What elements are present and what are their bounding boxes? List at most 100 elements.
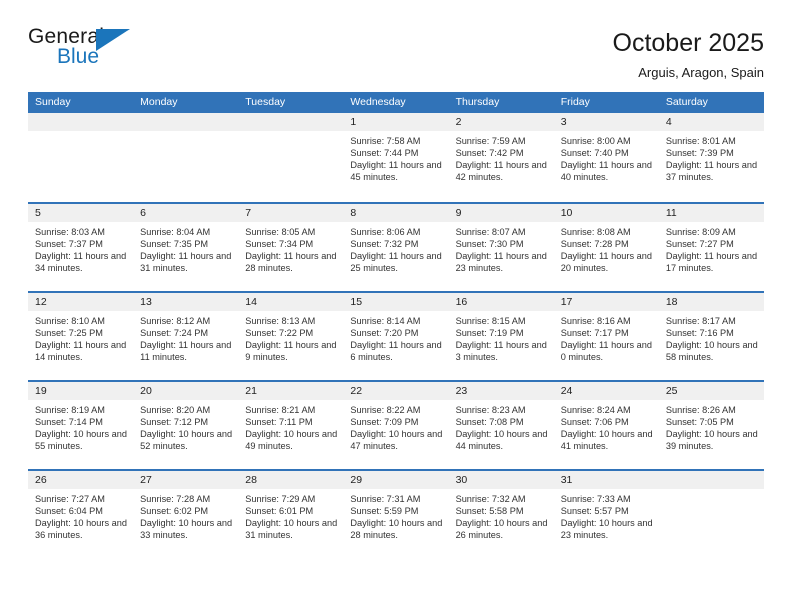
sunset-text: Sunset: 7:16 PM <box>665 328 734 339</box>
day-cell[interactable]: 25 Sunrise: 8:26 AM Sunset: 7:05 PM Dayligh… <box>658 382 764 469</box>
day-cell[interactable]: 29 Sunrise: 7:31 AM Sunset: 5:59 PM Dayligh… <box>343 471 449 558</box>
sunset-text: Sunset: 6:04 PM <box>35 506 103 517</box>
sunset-text: Sunset: 7:40 PM <box>560 148 629 159</box>
calendar-grid: Sunday Monday Tuesday Wednesday Thursday Frid… <box>28 92 764 558</box>
day-details: Sunrise: 7:33 AM Sunset: 5:57 PM Daylight:… <box>554 489 659 541</box>
daylight-text: Daylight: 11 hours and 42 minutes. <box>455 160 547 183</box>
day-cell[interactable]: 8 Sunrise: 8:06 AM Sunset: 7:32 PM Daylight… <box>343 204 449 291</box>
day-cell[interactable]: 23 Sunrise: 8:23 AM Sunset: 7:08 PM Dayligh… <box>448 382 554 469</box>
day-cell[interactable]: 15 Sunrise: 8:14 AM Sunset: 7:20 PM Dayligh… <box>343 293 449 380</box>
day-cell[interactable]: 20 Sunrise: 8:20 AM Sunset: 7:12 PM Dayligh… <box>133 382 239 469</box>
day-cell[interactable]: 13 Sunrise: 8:12 AM Sunset: 7:24 PM Dayligh… <box>133 293 239 380</box>
day-cell[interactable]: 14 Sunrise: 8:13 AM Sunset: 7:22 PM Dayligh… <box>238 293 344 380</box>
day-number: 6 <box>133 204 239 222</box>
day-details: Sunrise: 8:17 AM Sunset: 7:16 PM Daylight:… <box>659 311 764 363</box>
day-cell[interactable]: 18 Sunrise: 8:17 AM Sunset: 7:16 PM Dayligh… <box>658 293 764 380</box>
sunrise-text: Sunrise: 8:24 AM <box>560 405 631 415</box>
day-number: 29 <box>343 471 449 489</box>
day-cell[interactable]: 9 Sunrise: 8:07 AM Sunset: 7:30 PM Daylight… <box>448 204 554 291</box>
daylight-text: Daylight: 11 hours and 25 minutes. <box>350 251 442 274</box>
daylight-text: Daylight: 10 hours and 36 minutes. <box>35 518 127 541</box>
day-cell[interactable]: 12 Sunrise: 8:10 AM Sunset: 7:25 PM Dayligh… <box>28 293 134 380</box>
day-cell[interactable]: 7 Sunrise: 8:05 AM Sunset: 7:34 PM Daylight… <box>238 204 344 291</box>
day-cell[interactable]: 6 Sunrise: 8:04 AM Sunset: 7:35 PM Daylight… <box>133 204 239 291</box>
day-cell[interactable]: 11 Sunrise: 8:09 AM Sunset: 7:27 PM Dayligh… <box>658 204 764 291</box>
day-cell[interactable]: 2 Sunrise: 7:59 AM Sunset: 7:42 PM Daylight… <box>448 113 554 202</box>
day-details: Sunrise: 8:26 AM Sunset: 7:05 PM Daylight:… <box>659 400 764 452</box>
page-header: General Blue October 2025 Arguis, Aragon… <box>28 0 764 92</box>
daylight-text: Daylight: 11 hours and 37 minutes. <box>665 160 758 183</box>
day-number: 24 <box>553 382 659 400</box>
day-cell[interactable]: 30 Sunrise: 7:32 AM Sunset: 5:58 PM Dayligh… <box>448 471 554 558</box>
day-details: Sunrise: 8:20 AM Sunset: 7:12 PM Daylight:… <box>133 400 238 452</box>
day-number: 3 <box>553 113 659 131</box>
sunrise-text: Sunrise: 8:21 AM <box>245 405 316 415</box>
day-number: 28 <box>238 471 344 489</box>
day-cell[interactable]: 19 Sunrise: 8:19 AM Sunset: 7:14 PM Dayligh… <box>28 382 134 469</box>
day-details: Sunrise: 7:27 AM Sunset: 6:04 PM Daylight:… <box>28 489 133 541</box>
daylight-text: Daylight: 10 hours and 39 minutes. <box>665 429 758 452</box>
sunset-text: Sunset: 7:35 PM <box>140 239 209 250</box>
sunrise-text: Sunrise: 7:27 AM <box>35 494 105 504</box>
day-number: 9 <box>448 204 554 222</box>
day-details: Sunrise: 7:58 AM Sunset: 7:44 PM Daylight:… <box>343 131 448 183</box>
daylight-text: Daylight: 10 hours and 26 minutes. <box>455 518 548 541</box>
general-blue-logo: General Blue <box>28 26 158 76</box>
weekday-header-saturday: Saturday <box>665 96 708 108</box>
sunset-text: Sunset: 7:12 PM <box>140 417 209 428</box>
day-number: 5 <box>28 204 134 222</box>
day-details: Sunrise: 8:22 AM Sunset: 7:09 PM Daylight:… <box>343 400 448 452</box>
day-cell[interactable]: 17 Sunrise: 8:16 AM Sunset: 7:17 PM Dayligh… <box>553 293 659 380</box>
day-number: 1 <box>343 113 449 131</box>
daylight-text: Daylight: 10 hours and 55 minutes. <box>35 429 127 452</box>
sunset-text: Sunset: 7:11 PM <box>245 417 313 428</box>
day-cell[interactable]: 10 Sunrise: 8:08 AM Sunset: 7:28 PM Dayligh… <box>553 204 659 291</box>
day-details: Sunrise: 8:00 AM Sunset: 7:40 PM Daylight:… <box>554 131 659 183</box>
sunset-text: Sunset: 6:02 PM <box>140 506 209 517</box>
day-number: 18 <box>658 293 764 311</box>
day-number: 25 <box>658 382 764 400</box>
calendar-page: General Blue October 2025 Arguis, Aragon… <box>0 0 792 612</box>
sunrise-text: Sunrise: 8:12 AM <box>140 316 211 326</box>
daylight-text: Daylight: 10 hours and 31 minutes. <box>245 518 338 541</box>
day-details: Sunrise: 8:24 AM Sunset: 7:06 PM Daylight:… <box>554 400 659 452</box>
day-cell[interactable]: 21 Sunrise: 8:21 AM Sunset: 7:11 PM Dayligh… <box>238 382 344 469</box>
day-cell[interactable]: 3 Sunrise: 8:00 AM Sunset: 7:40 PM Daylight… <box>553 113 659 202</box>
day-cell[interactable]: 5 Sunrise: 8:03 AM Sunset: 7:37 PM Daylight… <box>28 204 134 291</box>
daylight-text: Daylight: 10 hours and 23 minutes. <box>560 518 653 541</box>
sunset-text: Sunset: 7:22 PM <box>245 328 314 339</box>
day-details: Sunrise: 8:03 AM Sunset: 7:37 PM Daylight:… <box>28 222 133 274</box>
sunrise-text: Sunrise: 8:15 AM <box>455 316 526 326</box>
weekday-header-monday: Monday <box>140 96 178 108</box>
day-cell[interactable]: 27 Sunrise: 7:28 AM Sunset: 6:02 PM Dayligh… <box>133 471 239 558</box>
weekday-header-friday: Friday <box>560 96 590 108</box>
day-details: Sunrise: 7:28 AM Sunset: 6:02 PM Daylight:… <box>133 489 238 541</box>
sunset-text: Sunset: 5:57 PM <box>560 506 629 517</box>
day-cell[interactable]: 4 Sunrise: 8:01 AM Sunset: 7:39 PM Daylight… <box>658 113 764 202</box>
day-cell-empty <box>28 113 134 202</box>
day-number: 8 <box>343 204 449 222</box>
sunset-text: Sunset: 7:14 PM <box>35 417 103 428</box>
sunrise-text: Sunrise: 8:01 AM <box>665 136 736 146</box>
sunrise-text: Sunrise: 8:17 AM <box>665 316 736 326</box>
day-details: Sunrise: 8:10 AM Sunset: 7:25 PM Daylight:… <box>28 311 133 363</box>
day-cell[interactable]: 26 Sunrise: 7:27 AM Sunset: 6:04 PM Dayligh… <box>28 471 134 558</box>
day-cell[interactable]: 22 Sunrise: 8:22 AM Sunset: 7:09 PM Dayligh… <box>343 382 449 469</box>
day-number: 20 <box>133 382 239 400</box>
daylight-text: Daylight: 11 hours and 0 minutes. <box>560 340 652 363</box>
day-cell[interactable]: 1 Sunrise: 7:58 AM Sunset: 7:44 PM Daylight… <box>343 113 449 202</box>
day-details: Sunrise: 7:29 AM Sunset: 6:01 PM Daylight:… <box>238 489 343 541</box>
sunset-text: Sunset: 7:30 PM <box>455 239 524 250</box>
day-number: 30 <box>448 471 554 489</box>
day-cell[interactable]: 31 Sunrise: 7:33 AM Sunset: 5:57 PM Dayligh… <box>553 471 659 558</box>
daylight-text: Daylight: 11 hours and 9 minutes. <box>245 340 337 363</box>
day-cell[interactable]: 28 Sunrise: 7:29 AM Sunset: 6:01 PM Dayligh… <box>238 471 344 558</box>
calendar-week-row: 1 Sunrise: 7:58 AM Sunset: 7:44 PM Daylight… <box>28 113 764 202</box>
day-cell[interactable]: 24 Sunrise: 8:24 AM Sunset: 7:06 PM Dayligh… <box>553 382 659 469</box>
daylight-text: Daylight: 10 hours and 52 minutes. <box>140 429 233 452</box>
sunset-text: Sunset: 7:34 PM <box>245 239 314 250</box>
day-number: 17 <box>553 293 659 311</box>
sunset-text: Sunset: 7:28 PM <box>560 239 629 250</box>
day-cell[interactable]: 16 Sunrise: 8:15 AM Sunset: 7:19 PM Dayligh… <box>448 293 554 380</box>
day-number: 7 <box>238 204 344 222</box>
